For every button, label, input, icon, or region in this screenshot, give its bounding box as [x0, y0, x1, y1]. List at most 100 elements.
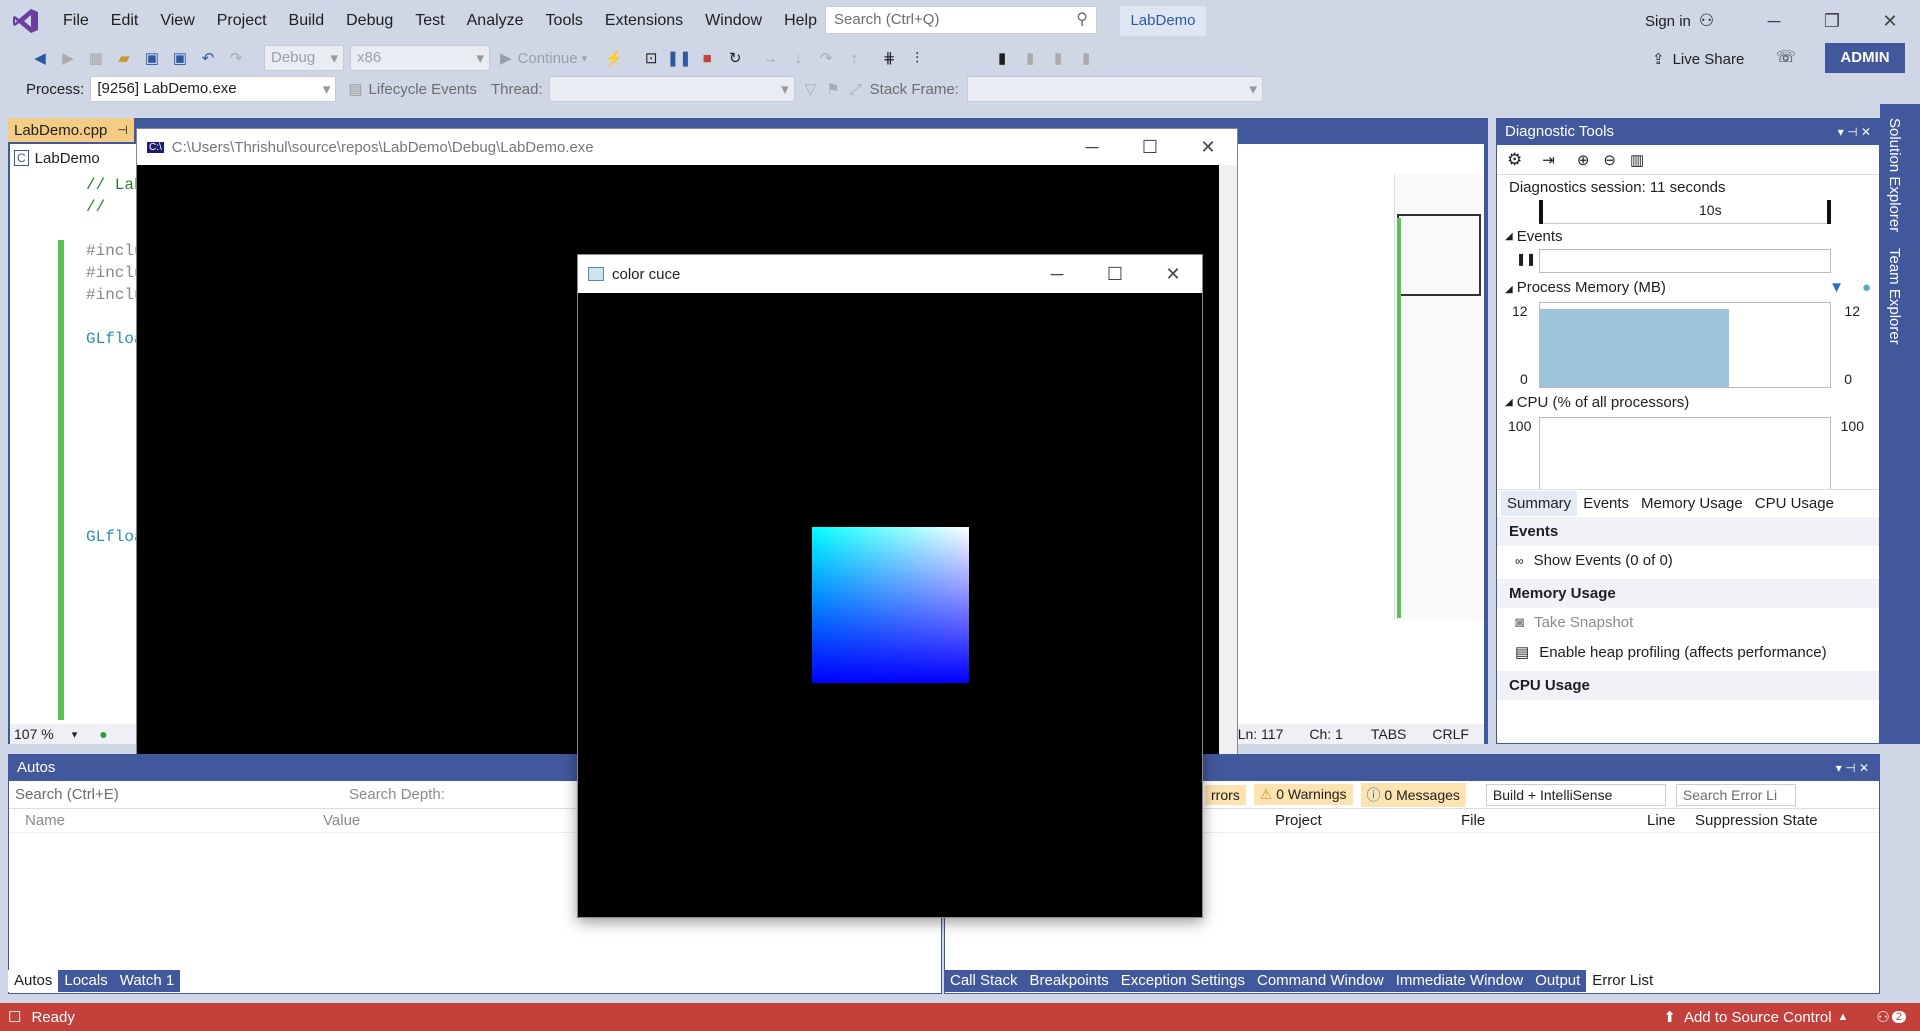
flag-icon[interactable]: ⚑	[826, 80, 839, 98]
tab-immediate-window[interactable]: Immediate Window	[1390, 970, 1530, 992]
pause-icon[interactable]: ❚❚	[667, 47, 692, 69]
scope-select[interactable]: Build + IntelliSense	[1485, 783, 1666, 806]
menu-help[interactable]: Help	[773, 0, 828, 42]
col-suppression[interactable]: Suppression State	[1695, 812, 1818, 829]
chart-icon[interactable]: ▥	[1630, 151, 1644, 169]
col-file[interactable]: File	[1461, 812, 1647, 829]
bookmark-next-icon[interactable]: ▮	[1047, 47, 1069, 69]
hex-display-icon[interactable]: ⋕	[878, 47, 900, 69]
maximize-icon[interactable]: ☐	[1086, 264, 1144, 285]
lifecycle-events[interactable]: Lifecycle Events	[369, 81, 477, 98]
show-next-statement-icon[interactable]: →	[759, 47, 781, 69]
pin-icon[interactable]: ⊣	[117, 123, 127, 137]
restore-icon[interactable]: ❐	[1803, 11, 1861, 32]
solution-explorer-tab[interactable]: Solution Explorer	[1886, 118, 1903, 232]
process-select[interactable]: [9256] LabDemo.exe	[90, 76, 337, 102]
menu-build[interactable]: Build	[278, 0, 336, 42]
feedback-icon[interactable]: ☏	[1776, 47, 1796, 67]
take-snapshot-button[interactable]: ◙ Take Snapshot	[1497, 608, 1879, 637]
platform-select[interactable]: x86	[350, 45, 490, 71]
col-name[interactable]: Name	[9, 812, 315, 829]
step-over-icon[interactable]: ↷	[815, 47, 837, 69]
heap-profiling-toggle[interactable]: ▤ Enable heap profiling (affects performa…	[1497, 637, 1879, 667]
notifications-button[interactable]: ⚇ 2	[1876, 1008, 1906, 1026]
save-icon[interactable]: ▣	[141, 47, 163, 69]
tab-events[interactable]: Events	[1577, 491, 1635, 516]
timeline-end-marker[interactable]	[1827, 200, 1831, 224]
panel-options-icon[interactable]: ▾ ⊣ ✕	[1838, 119, 1871, 145]
open-folder-icon[interactable]: ▰	[113, 47, 135, 69]
editor-tab[interactable]: LabDemo.cpp ⊣	[8, 118, 134, 142]
tab-cpu-usage[interactable]: CPU Usage	[1749, 491, 1840, 516]
undo-icon[interactable]: ↶	[197, 47, 219, 69]
bookmark-prev-icon[interactable]: ▮	[1019, 47, 1041, 69]
save-all-icon[interactable]: ▣	[169, 47, 191, 69]
redo-icon[interactable]: ↷	[225, 47, 247, 69]
events-section[interactable]: ◢ Events	[1497, 224, 1879, 249]
back-icon[interactable]: ◀	[29, 47, 51, 69]
restart-icon[interactable]: ↻	[724, 47, 746, 69]
continue-button[interactable]: ▶ Continue ▾	[500, 49, 587, 68]
stack-frame-select[interactable]	[966, 76, 1263, 102]
live-share-button[interactable]: ⇪ Live Share	[1652, 46, 1744, 72]
messages-filter[interactable]: ⓘ 0 Messages	[1360, 782, 1466, 807]
config-select[interactable]: Debug	[264, 45, 344, 71]
show-events-link[interactable]: ∞ Show Events (0 of 0)	[1497, 546, 1879, 575]
threads-icon[interactable]: ⫶	[906, 47, 928, 69]
menu-window[interactable]: Window	[694, 0, 773, 42]
menu-extensions[interactable]: Extensions	[594, 0, 694, 42]
bookmark-icon[interactable]: ▮	[991, 47, 1013, 69]
code-minimap[interactable]	[1394, 174, 1484, 620]
chevron-down-icon[interactable]: ▾	[72, 728, 78, 741]
tab-summary[interactable]: Summary	[1501, 491, 1578, 516]
timeline-ruler[interactable]: 10s	[1539, 200, 1831, 224]
admin-badge[interactable]: ADMIN	[1825, 43, 1905, 73]
console-scrollbar[interactable]	[1219, 165, 1237, 765]
step-into-icon[interactable]: ↓	[787, 47, 809, 69]
close-icon[interactable]: ✕	[1861, 11, 1919, 32]
warnings-filter[interactable]: ⚠ 0 Warnings	[1253, 784, 1353, 805]
project-nav[interactable]: C LabDemo	[14, 148, 100, 168]
zoom-level[interactable]: 107 %	[14, 726, 54, 742]
pause-icon[interactable]: ❚❚	[1516, 252, 1536, 266]
gear-icon[interactable]: ⚙	[1507, 150, 1522, 170]
minimap-viewport[interactable]	[1397, 214, 1481, 296]
team-explorer-tab[interactable]: Team Explorer	[1886, 248, 1903, 345]
menu-tools[interactable]: Tools	[535, 0, 594, 42]
menu-view[interactable]: View	[149, 0, 205, 42]
quick-search-input[interactable]: Search (Ctrl+Q) ⚲	[825, 6, 1097, 34]
bookmark-clear-icon[interactable]: ▮	[1075, 47, 1097, 69]
sign-in[interactable]: Sign in ⚇	[1645, 8, 1714, 34]
menu-project[interactable]: Project	[206, 0, 278, 42]
hot-reload-icon[interactable]: ⚡	[603, 47, 625, 69]
close-icon[interactable]: ✕	[1179, 137, 1237, 158]
minimize-icon[interactable]: ─	[1028, 264, 1086, 285]
tab-command-window[interactable]: Command Window	[1251, 970, 1390, 992]
tab-output[interactable]: Output	[1529, 970, 1586, 992]
autos-search-input[interactable]: Search (Ctrl+E)	[9, 786, 289, 803]
timeline-start-marker[interactable]	[1539, 200, 1543, 224]
tab-memory-usage[interactable]: Memory Usage	[1635, 491, 1749, 516]
tab-watch-1[interactable]: Watch 1	[114, 970, 180, 992]
menu-test[interactable]: Test	[404, 0, 455, 42]
errors-filter[interactable]: rrors	[1205, 784, 1246, 805]
menu-file[interactable]: File	[52, 0, 100, 42]
gl-window[interactable]: color cuce ─ ☐ ✕	[577, 254, 1203, 918]
export-icon[interactable]: ⇥	[1542, 151, 1555, 169]
menu-debug[interactable]: Debug	[335, 0, 404, 42]
tab-autos[interactable]: Autos	[8, 970, 59, 992]
col-line[interactable]: Line	[1647, 812, 1695, 829]
col-project[interactable]: Project	[1275, 812, 1461, 829]
error-search-input[interactable]: Search Error Li	[1675, 783, 1796, 806]
menu-analyze[interactable]: Analyze	[456, 0, 535, 42]
source-control-button[interactable]: ⬆ Add to Source Control ▲	[1663, 1008, 1848, 1027]
collapse-icon[interactable]: ⤢	[850, 81, 862, 98]
tab-locals[interactable]: Locals	[58, 970, 113, 992]
memory-section[interactable]: ◢ Process Memory (MB) ▼ ●	[1497, 273, 1879, 302]
minimize-icon[interactable]: ─	[1745, 11, 1803, 32]
thread-select[interactable]	[548, 76, 795, 102]
filter-icon[interactable]: ▽	[805, 80, 817, 98]
screenshot-icon[interactable]: ⊡	[640, 47, 662, 69]
zoom-in-icon[interactable]: ⊕	[1577, 151, 1590, 169]
cpu-section[interactable]: ◢ CPU (% of all processors)	[1497, 388, 1879, 417]
